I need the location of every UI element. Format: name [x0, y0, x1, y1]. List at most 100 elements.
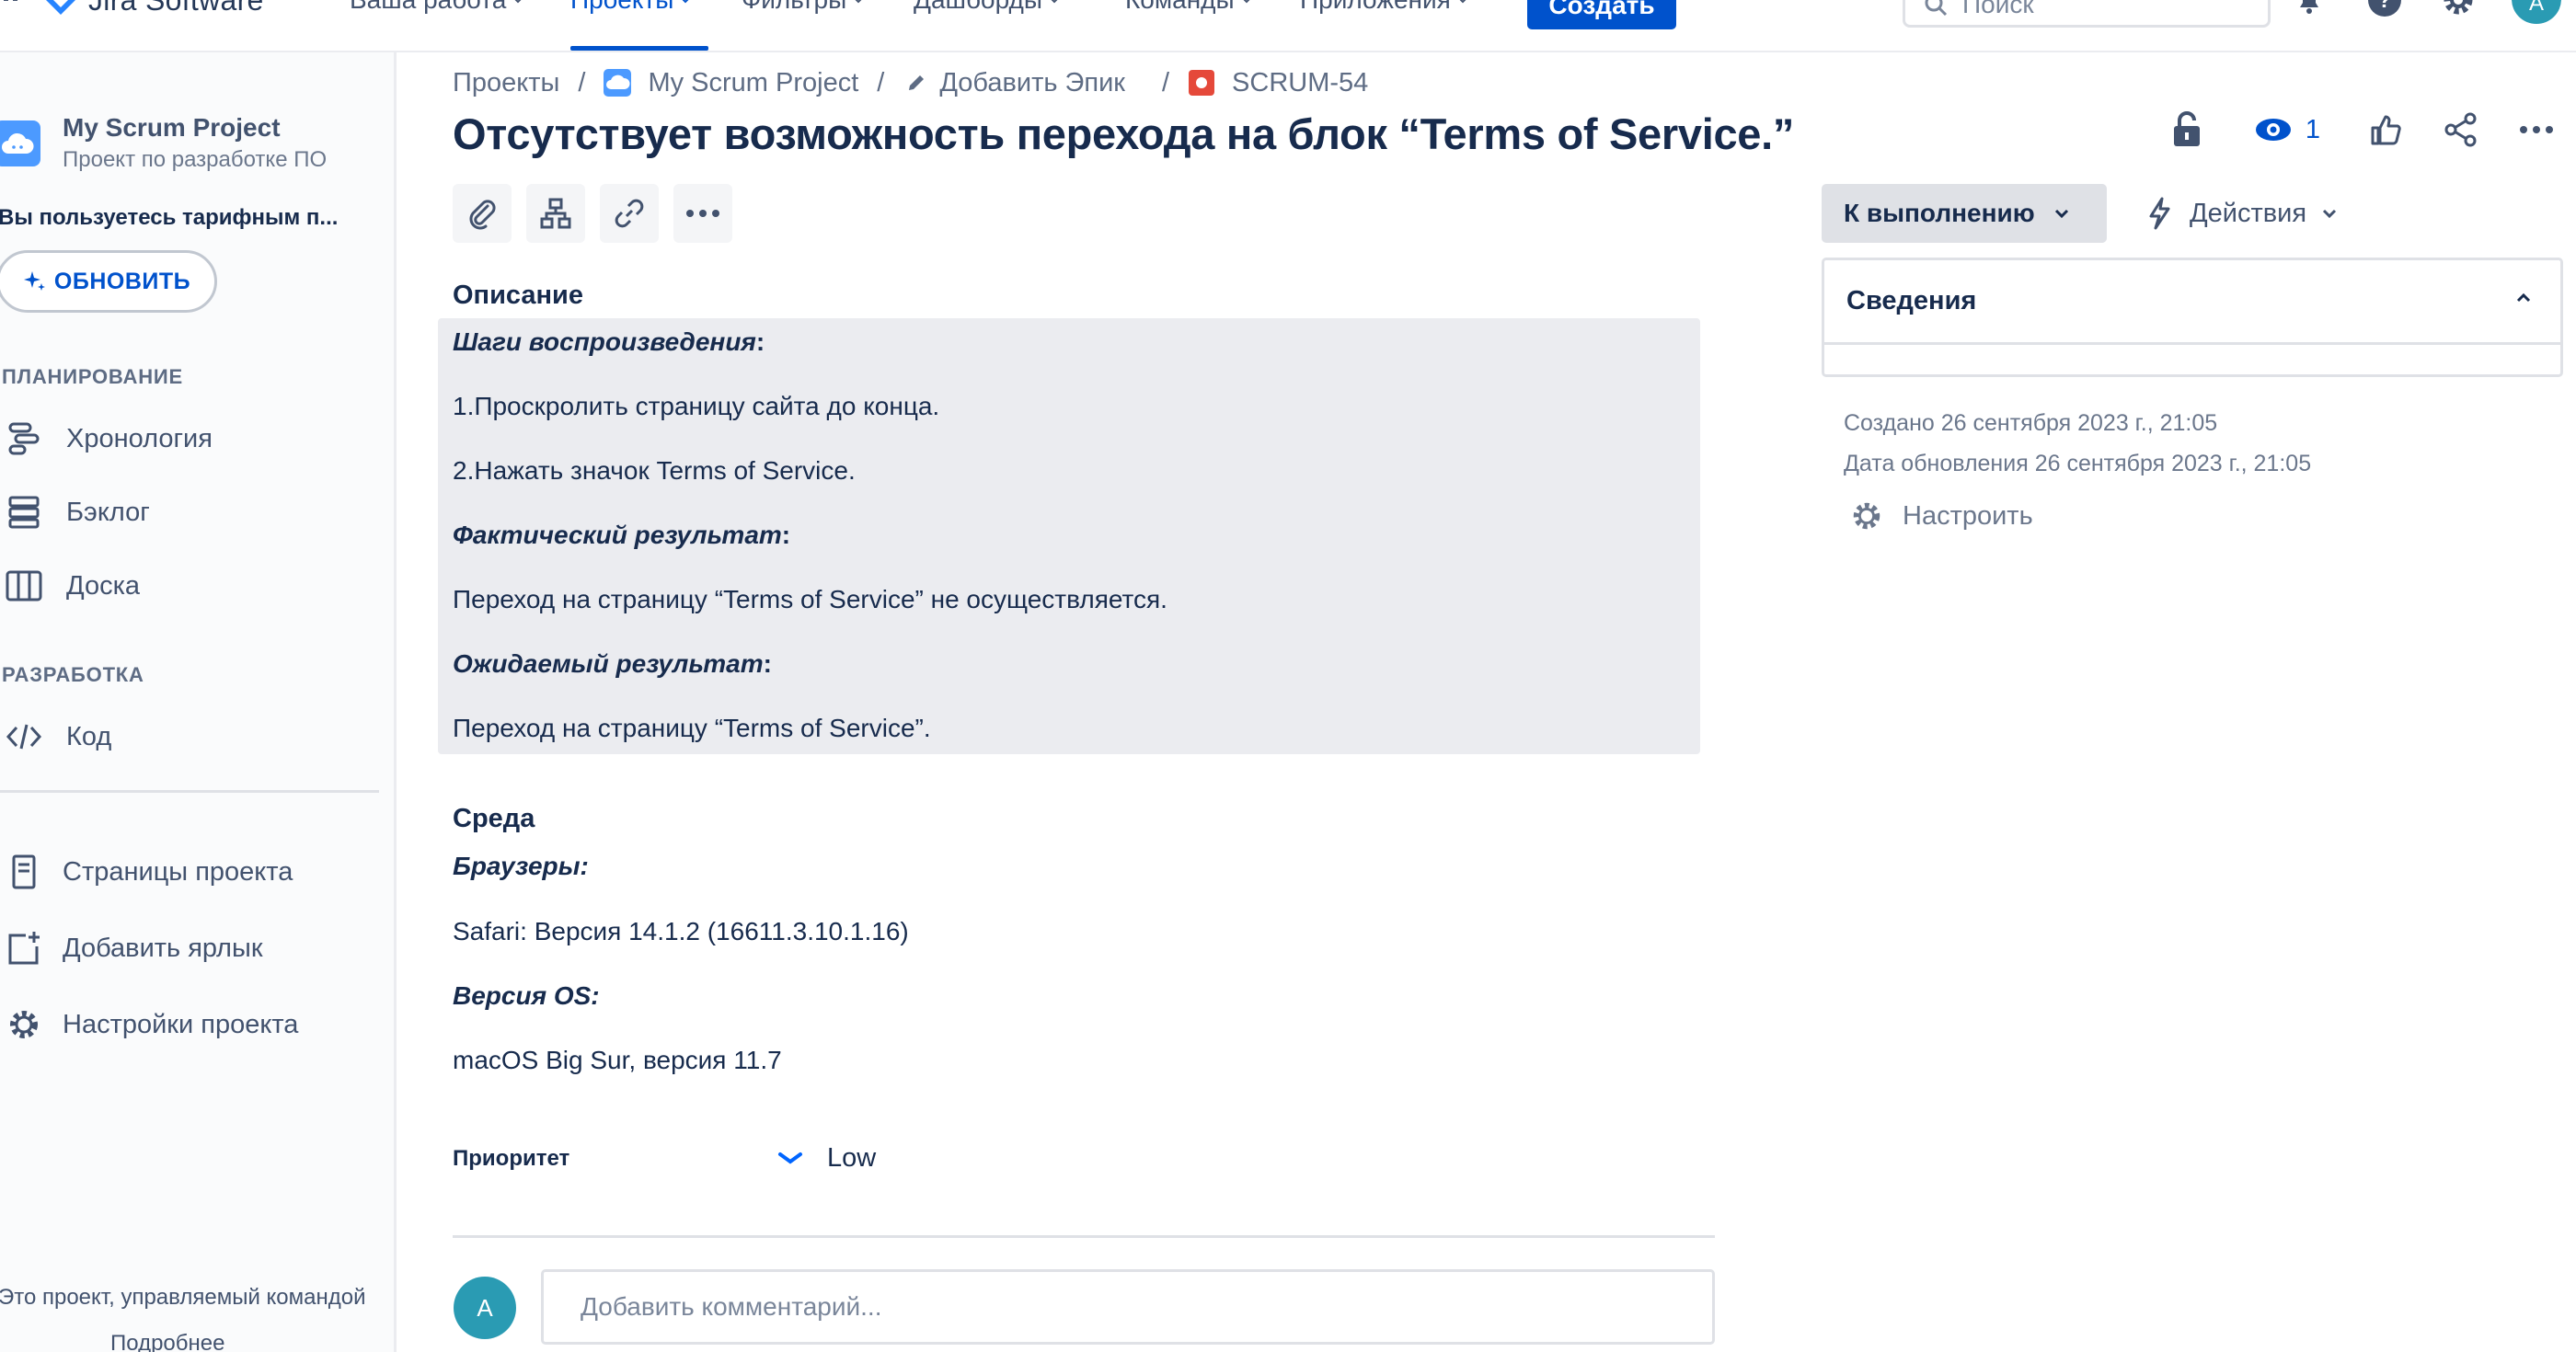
more-actions-button[interactable] — [2513, 107, 2559, 153]
nav-teams[interactable]: Команды — [1125, 0, 1253, 20]
colon: : — [755, 327, 765, 356]
sidebar-item-label: Код — [66, 721, 112, 751]
jira-logo[interactable]: Jira Software — [44, 0, 264, 20]
add-shortcut-icon — [4, 928, 44, 968]
link-icon — [615, 199, 644, 228]
os-heading: Версия OS: — [453, 981, 600, 1010]
nav-filters[interactable]: Фильтры — [742, 0, 865, 20]
chevron-down-icon — [1051, 0, 1058, 4]
browser-text: Safari: Версия 14.1.2 (16611.3.10.1.16) — [453, 917, 909, 945]
expected-heading: Ожидаемый результат: — [453, 649, 772, 679]
learn-more-link[interactable]: Подробнее — [110, 1331, 224, 1352]
child-issue-button[interactable] — [526, 184, 585, 243]
app-switcher-icon[interactable] — [2, 0, 22, 13]
actual-text: Переход на страницу “Terms of Service” н… — [453, 585, 1167, 613]
status-dropdown[interactable]: К выполнению — [1822, 184, 2107, 243]
notifications-icon[interactable] — [2289, 0, 2329, 20]
nav-your-work[interactable]: Ваша работа — [350, 0, 524, 20]
breadcrumb-projects[interactable]: Проекты — [453, 68, 559, 98]
expected-text: Переход на страницу “Terms of Service”. — [453, 714, 931, 742]
steps-heading-text: Шаги воспроизведения — [453, 327, 756, 356]
sidebar-item-code[interactable]: Код — [0, 712, 111, 762]
upgrade-label: ОБНОВИТЬ — [53, 268, 191, 294]
search-input[interactable]: Поиск — [1903, 0, 2271, 28]
more-toolbar-button[interactable] — [673, 184, 732, 243]
comment-input[interactable]: Добавить комментарий... — [541, 1269, 1715, 1345]
breadcrumb-add-epic[interactable]: Добавить Эпик — [939, 68, 1125, 98]
details-label: Сведения — [1846, 286, 1977, 315]
sidebar-item-add-shortcut[interactable]: Добавить ярлык — [0, 923, 263, 973]
breadcrumb-separator: / — [1161, 67, 1170, 97]
breadcrumb-project[interactable]: My Scrum Project — [648, 68, 858, 98]
chevron-down-icon — [2323, 209, 2337, 219]
actions-label: Действия — [2190, 198, 2307, 228]
attachment-icon — [469, 200, 496, 230]
settings-icon[interactable] — [2438, 0, 2478, 20]
share-icon — [2444, 112, 2477, 147]
link-issue-button[interactable] — [600, 184, 659, 243]
actions-dropdown[interactable]: Действия — [2144, 184, 2338, 243]
chevron-up-icon — [2516, 292, 2531, 303]
nav-label: Приложения — [1300, 0, 1451, 15]
chevron-down-icon — [2054, 209, 2068, 219]
issue-title[interactable]: Отсутствует возможность перехода на блок… — [453, 109, 1794, 159]
more-icon — [686, 210, 719, 217]
logo-text: Jira Software — [88, 0, 264, 17]
breadcrumb-separator: / — [578, 67, 586, 97]
watchers-count: 1 — [2305, 114, 2321, 144]
eye-icon — [2255, 119, 2291, 141]
step-2: 2.Нажать значок Terms of Service. — [453, 456, 856, 485]
sidebar-item-board[interactable]: Доска — [0, 561, 140, 611]
share-button[interactable] — [2438, 107, 2484, 153]
chevron-down-icon — [514, 0, 522, 4]
priority-value: Low — [827, 1142, 877, 1173]
nav-label: Дашборды — [914, 0, 1042, 15]
sidebar-item-backlog[interactable]: Бэклог — [0, 487, 150, 537]
create-button[interactable]: Создать — [1527, 0, 1676, 29]
priority-field[interactable]: Low — [777, 1140, 876, 1175]
details-header[interactable]: Сведения — [1824, 260, 2560, 345]
sidebar-item-project-settings[interactable]: Настройки проекта — [0, 1000, 298, 1049]
watchers-button[interactable]: 1 — [2250, 107, 2324, 153]
colon: : — [781, 521, 791, 549]
sidebar-item-timeline[interactable]: Хронология — [0, 414, 213, 464]
project-avatar-icon — [604, 69, 632, 97]
chevron-down-icon — [855, 0, 862, 4]
lock-button[interactable] — [2164, 107, 2210, 153]
breadcrumb-issue-key[interactable]: SCRUM-54 — [1232, 68, 1368, 98]
planning-heading: ПЛАНИРОВАНИЕ — [2, 365, 183, 388]
user-avatar[interactable]: A — [2512, 0, 2561, 24]
sidebar-item-label: Настройки проекта — [63, 1009, 299, 1039]
comment-placeholder: Добавить комментарий... — [581, 1292, 882, 1321]
description-label: Описание — [453, 281, 583, 310]
colon: : — [763, 649, 772, 678]
project-name[interactable]: My Scrum Project — [63, 113, 281, 143]
sidebar-item-label: Страницы проекта — [63, 856, 293, 887]
priority-label: Приоритет — [453, 1146, 570, 1171]
expected-heading-text: Ожидаемый результат — [453, 649, 764, 678]
nav-projects[interactable]: Проекты — [570, 0, 692, 20]
board-icon — [4, 566, 44, 606]
sidebar-item-label: Доска — [66, 570, 141, 601]
sidebar-item-project-pages[interactable]: Страницы проекта — [0, 847, 293, 897]
jira-diamond-icon — [46, 0, 75, 15]
sidebar-item-label: Хронология — [66, 423, 213, 453]
nav-apps[interactable]: Приложения — [1300, 0, 1469, 20]
project-type: Проект по разработке ПО — [63, 147, 328, 172]
team-managed-note: Это проект, управляемый командой — [0, 1285, 366, 1310]
svg-text:?: ? — [2378, 0, 2392, 13]
chevron-down-icon — [1243, 0, 1250, 4]
upgrade-button[interactable]: ОБНОВИТЬ — [0, 250, 217, 313]
vote-button[interactable] — [2363, 107, 2409, 153]
details-panel: Сведения — [1822, 258, 2563, 377]
project-avatar[interactable] — [0, 120, 40, 166]
help-icon[interactable]: ? — [2364, 0, 2405, 20]
configure-label: Настроить — [1903, 500, 2033, 531]
configure-button[interactable]: Настроить — [1849, 497, 2033, 535]
nav-dashboards[interactable]: Дашборды — [914, 0, 1061, 20]
nav-label: Команды — [1125, 0, 1235, 15]
attach-button[interactable] — [453, 184, 512, 243]
bug-icon — [1188, 69, 1215, 97]
nav-label: Ваша работа — [350, 0, 506, 15]
more-icon — [2520, 126, 2553, 133]
